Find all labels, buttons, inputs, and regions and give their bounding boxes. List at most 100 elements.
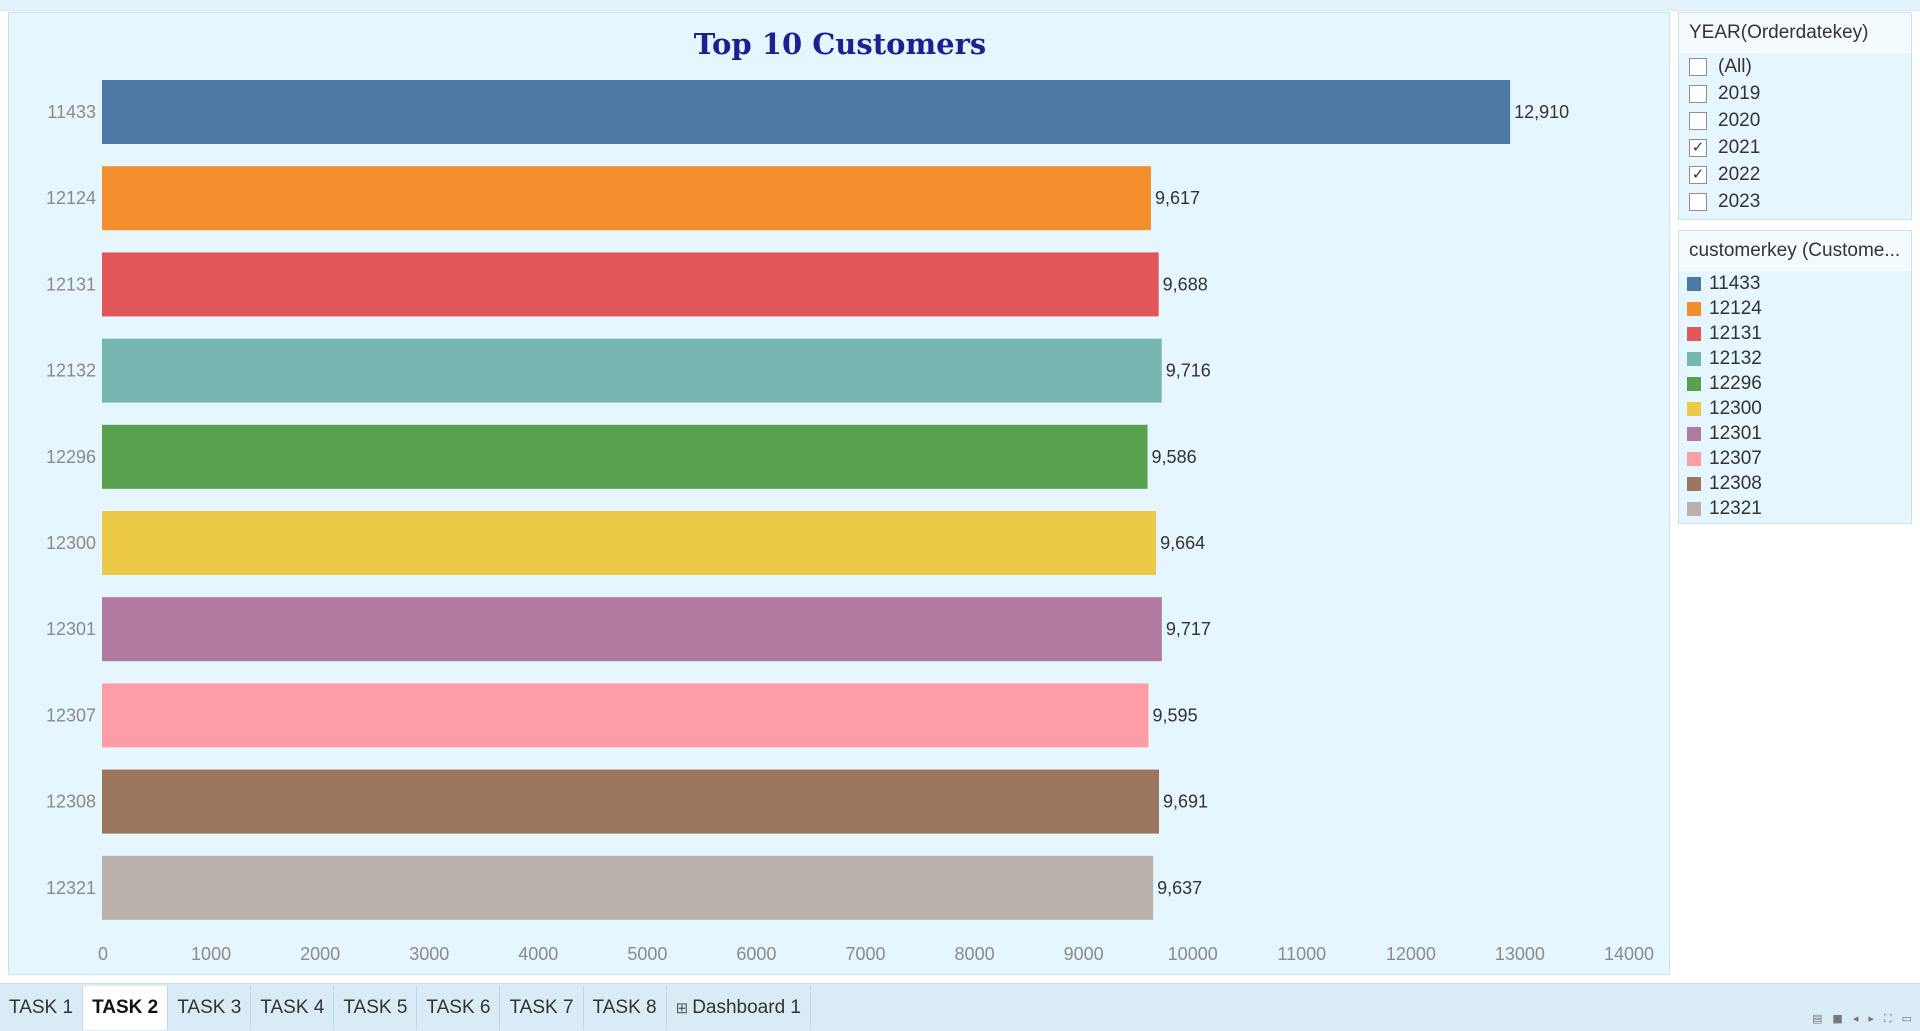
legend-item[interactable]: 12131 [1679, 321, 1911, 346]
dashboard-icon: ⊞ [675, 1000, 689, 1017]
x-axis-ticks: 0 1000 2000 3000 4000 5000 6000 7000 8000 9000 100… [98, 944, 1654, 964]
year-filter-option-label: 2020 [1718, 109, 1761, 131]
tab-task-1[interactable]: TASK 1 [0, 986, 84, 1030]
x-tick-label: 5000 [627, 944, 667, 964]
legend-item[interactable]: 12124 [1679, 296, 1911, 321]
legend-item-label: 12300 [1709, 397, 1762, 419]
tab-task-7[interactable]: TASK 7 [500, 986, 584, 1030]
value-label: 9,595 [1153, 705, 1198, 725]
legend-item[interactable]: 12132 [1679, 346, 1911, 371]
checkbox-checked-icon[interactable]: ✓ [1689, 138, 1707, 157]
app-window: Top 10 Customers 11433 12,910 12124 9,617 12… [0, 0, 1920, 1031]
checkbox-unchecked-icon[interactable] [1689, 57, 1707, 76]
year-filter-option[interactable]: 2020 [1679, 107, 1911, 134]
legend-swatch [1687, 426, 1701, 441]
value-label: 9,586 [1152, 447, 1197, 467]
legend-item[interactable]: 12296 [1679, 371, 1911, 396]
top-toolbar-strip [0, 0, 1920, 11]
legend-item-label: 12301 [1709, 422, 1762, 444]
legend-item[interactable]: 12300 [1679, 396, 1911, 421]
year-filter-option[interactable]: 2019 [1679, 80, 1911, 107]
checkbox-unchecked-icon[interactable] [1689, 192, 1707, 211]
bar-12296[interactable] [102, 424, 1148, 489]
sheet-tabs: TASK 1 TASK 2 TASK 3 TASK 4 TASK 5 TASK 6 TASK… [0, 986, 811, 1030]
category-label: 12300 [46, 533, 96, 553]
year-filter-option-label: 2023 [1718, 190, 1761, 212]
legend-item[interactable]: 12307 [1679, 446, 1911, 471]
tab-label: TASK 5 [343, 997, 408, 1018]
category-label: 12132 [46, 361, 96, 381]
value-label: 9,717 [1166, 619, 1211, 639]
value-label: 9,637 [1157, 878, 1202, 898]
checkbox-unchecked-icon[interactable] [1689, 111, 1707, 130]
legend-item-label: 11433 [1709, 272, 1761, 294]
x-tick-label: 0 [98, 944, 108, 964]
bar-12321[interactable] [102, 855, 1154, 920]
single-view-icon[interactable]: ■ [1832, 1012, 1842, 1026]
legend-item[interactable]: 12321 [1679, 496, 1911, 521]
category-label: 12301 [46, 619, 96, 639]
checkbox-unchecked-icon[interactable] [1689, 84, 1707, 103]
legend-item-label: 12308 [1709, 472, 1762, 494]
bar-12131[interactable] [102, 252, 1159, 317]
year-filter-option[interactable]: 2023 [1679, 188, 1911, 215]
bar-12124[interactable] [102, 166, 1151, 231]
next-icon[interactable]: ▸ [1868, 1012, 1874, 1026]
bar-12307[interactable] [102, 683, 1149, 748]
x-tick-label: 3000 [409, 944, 449, 964]
tab-task-5[interactable]: TASK 5 [334, 986, 418, 1030]
x-tick-label: 11000 [1277, 944, 1326, 964]
customer-legend-card: customerkey (Custome... 11433 12124 12131 1… [1678, 230, 1912, 524]
legend-swatch [1687, 401, 1701, 416]
bar-12301[interactable] [102, 597, 1162, 662]
tab-label: TASK 7 [509, 997, 574, 1018]
year-filter-option[interactable]: (All) [1679, 53, 1911, 80]
bar-12300[interactable] [102, 511, 1157, 575]
legend-item-label: 12124 [1709, 297, 1762, 319]
year-filter-title: YEAR(Orderdatekey) [1679, 13, 1911, 53]
legend-swatch [1687, 476, 1701, 491]
present-icon[interactable]: ▭ [1902, 1012, 1912, 1026]
value-label: 9,716 [1166, 361, 1211, 381]
value-label: 9,617 [1155, 188, 1200, 208]
bar-12308[interactable] [102, 769, 1160, 834]
customer-legend-list: 11433 12124 12131 12132 12296 12300 12301 12307… [1679, 271, 1911, 523]
year-filter-option[interactable]: ✓ 2021 [1679, 134, 1911, 161]
legend-item-label: 12321 [1709, 497, 1762, 519]
tab-task-8[interactable]: TASK 8 [583, 986, 667, 1030]
bar-12132[interactable] [102, 338, 1162, 403]
legend-item-label: 12131 [1709, 322, 1762, 344]
tab-dashboard-1[interactable]: ⊞ Dashboard 1 [666, 986, 811, 1030]
tab-task-6[interactable]: TASK 6 [417, 986, 501, 1030]
grid-view-icon[interactable]: ▤ [1812, 1012, 1822, 1026]
tab-task-2[interactable]: TASK 2 [83, 986, 169, 1030]
year-filter-option-label: (All) [1718, 55, 1752, 77]
chart-title: Top 10 Customers [694, 27, 986, 61]
year-filter-card: YEAR(Orderdatekey) (All) 2019 2020 ✓ 2021 ✓ 20… [1678, 12, 1912, 220]
category-label: 12131 [46, 274, 96, 294]
tab-label: Dashboard 1 [692, 997, 801, 1018]
prev-icon[interactable]: ◂ [1853, 1012, 1859, 1026]
legend-swatch [1687, 501, 1701, 516]
x-tick-label: 9000 [1064, 944, 1104, 964]
sheet-tab-bar: TASK 1 TASK 2 TASK 3 TASK 4 TASK 5 TASK 6 TASK… [0, 983, 1920, 1031]
x-tick-label: 10000 [1168, 944, 1218, 964]
legend-item[interactable]: 12308 [1679, 471, 1911, 496]
year-filter-option[interactable]: ✓ 2022 [1679, 161, 1911, 188]
value-label: 12,910 [1514, 102, 1569, 122]
tab-task-3[interactable]: TASK 3 [168, 986, 252, 1030]
checkbox-checked-icon[interactable]: ✓ [1689, 165, 1707, 184]
tab-task-4[interactable]: TASK 4 [251, 986, 335, 1030]
fullscreen-icon[interactable]: ⛶ [1884, 1012, 1892, 1026]
x-tick-label: 12000 [1386, 944, 1436, 964]
legend-item[interactable]: 12301 [1679, 421, 1911, 446]
bar-11433[interactable] [102, 80, 1511, 144]
tab-label: TASK 4 [260, 997, 325, 1018]
category-label: 12321 [46, 878, 96, 898]
legend-swatch [1687, 451, 1701, 466]
bars-layer: 11433 12,910 12124 9,617 12131 9,688 12132 9,71… [46, 80, 1569, 920]
legend-item[interactable]: 11433 [1679, 271, 1911, 296]
x-tick-label: 4000 [518, 944, 558, 964]
value-label: 9,691 [1163, 792, 1208, 812]
x-tick-label: 2000 [300, 944, 340, 964]
